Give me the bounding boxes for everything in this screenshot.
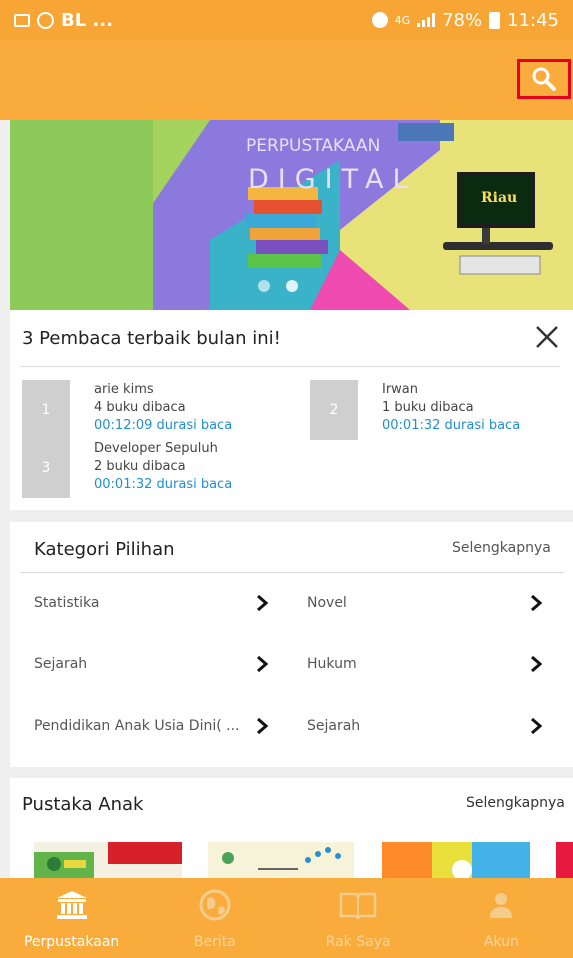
search-button[interactable]	[517, 59, 571, 99]
chevron-right-icon[interactable]	[526, 716, 546, 736]
reader-books: 1 buku dibaca	[382, 400, 474, 415]
reader-duration: 00:12:09 durasi baca	[94, 418, 233, 433]
riau-screen-graphic: Riau	[457, 172, 535, 228]
reader-rank: 1	[41, 402, 51, 418]
category-item[interactable]: Novel	[307, 595, 347, 611]
reader-duration: 00:01:32 durasi baca	[382, 418, 521, 433]
app-bar	[0, 40, 573, 120]
reader-rank-badge: 3	[22, 438, 70, 498]
categories-more-link[interactable]: Selengkapnya	[452, 540, 551, 556]
carrier-text: BL ...	[61, 9, 113, 31]
book-cover[interactable]	[556, 842, 573, 878]
categories-card: Kategori Pilihan Selengkapnya Statistika…	[10, 522, 573, 767]
network-type: 4G	[394, 13, 411, 27]
categories-title: Kategori Pilihan	[34, 539, 175, 560]
clock: 11:45	[507, 9, 559, 31]
reader-name[interactable]: arie kims	[94, 382, 154, 397]
divider	[20, 572, 565, 573]
alarm-icon	[371, 12, 388, 28]
reader-books: 4 buku dibaca	[94, 400, 186, 415]
library-icon	[56, 891, 87, 919]
close-icon[interactable]	[534, 324, 560, 350]
top-readers-title: 3 Pembaca terbaik bulan ini!	[22, 328, 281, 349]
status-bar: BL ... 4G 78% 11:45	[0, 0, 573, 40]
reader-name[interactable]: Irwan	[382, 382, 418, 397]
reader-rank-badge: 2	[310, 380, 358, 440]
chevron-right-icon[interactable]	[252, 654, 272, 674]
nav-perpustakaan[interactable]: Perpustakaan	[0, 878, 143, 958]
book-cover-image	[382, 842, 530, 878]
banner-badge-text: Riau	[481, 190, 518, 206]
nav-label: Berita	[193, 934, 236, 950]
category-item[interactable]: Sejarah	[307, 718, 360, 734]
reader-books: 2 buku dibaca	[94, 459, 186, 474]
book-open-icon	[339, 892, 377, 920]
carousel-dot[interactable]	[258, 280, 270, 292]
whatsapp-notification-icon	[37, 11, 54, 29]
battery-percent: 78%	[442, 9, 483, 31]
bottom-navigation: Perpustakaan Berita Rak Saya Akun	[0, 878, 573, 958]
reader-duration: 00:01:32 durasi baca	[94, 477, 233, 492]
chevron-right-icon[interactable]	[252, 716, 272, 736]
app-screen: BL ... 4G 78% 11:45 PERPUSTAKAAN DIGITAL…	[0, 0, 573, 958]
chevron-right-icon[interactable]	[252, 593, 272, 613]
children-books-more-link[interactable]: Selengkapnya	[466, 795, 565, 811]
person-icon	[490, 893, 513, 918]
nav-rak-saya[interactable]: Rak Saya	[287, 878, 430, 958]
nav-berita[interactable]: Berita	[143, 878, 286, 958]
category-item[interactable]: Statistika	[34, 595, 99, 611]
nav-label: Perpustakaan	[23, 934, 120, 950]
globe-icon	[199, 889, 231, 921]
promo-banner[interactable]: PERPUSTAKAAN DIGITAL Riau	[10, 120, 573, 310]
chevron-right-icon[interactable]	[526, 654, 546, 674]
search-icon	[532, 67, 556, 91]
nav-label: Rak Saya	[325, 934, 391, 950]
signal-icon	[417, 13, 436, 27]
category-item[interactable]: Pendidikan Anak Usia Dini( ...	[34, 718, 240, 734]
book-cover[interactable]	[34, 842, 182, 878]
book-cover[interactable]	[382, 842, 530, 878]
book-cover[interactable]	[208, 842, 354, 878]
children-books-card: Pustaka Anak Selengkapnya	[10, 778, 573, 878]
book-cover-image	[34, 842, 182, 878]
carousel-dot-active[interactable]	[286, 280, 298, 292]
category-item[interactable]: Sejarah	[34, 656, 87, 672]
battery-icon	[489, 11, 501, 29]
top-readers-card: 3 Pembaca terbaik bulan ini! 1 arie kims…	[10, 310, 573, 510]
nav-label: Akun	[483, 934, 519, 950]
children-books-title: Pustaka Anak	[22, 794, 144, 815]
category-item[interactable]: Hukum	[307, 656, 357, 672]
chevron-right-icon[interactable]	[526, 593, 546, 613]
reader-name[interactable]: Developer Sepuluh	[94, 441, 218, 456]
banner-title: PERPUSTAKAAN	[246, 136, 381, 156]
reader-rank: 2	[329, 402, 339, 418]
reader-rank-badge: 1	[22, 380, 70, 440]
gallery-notification-icon	[14, 13, 30, 27]
divider	[20, 366, 560, 367]
banner-subtitle: DIGITAL	[248, 164, 417, 195]
reader-rank: 3	[41, 460, 51, 476]
nav-akun[interactable]: Akun	[430, 878, 573, 958]
book-cover-image	[208, 842, 354, 878]
